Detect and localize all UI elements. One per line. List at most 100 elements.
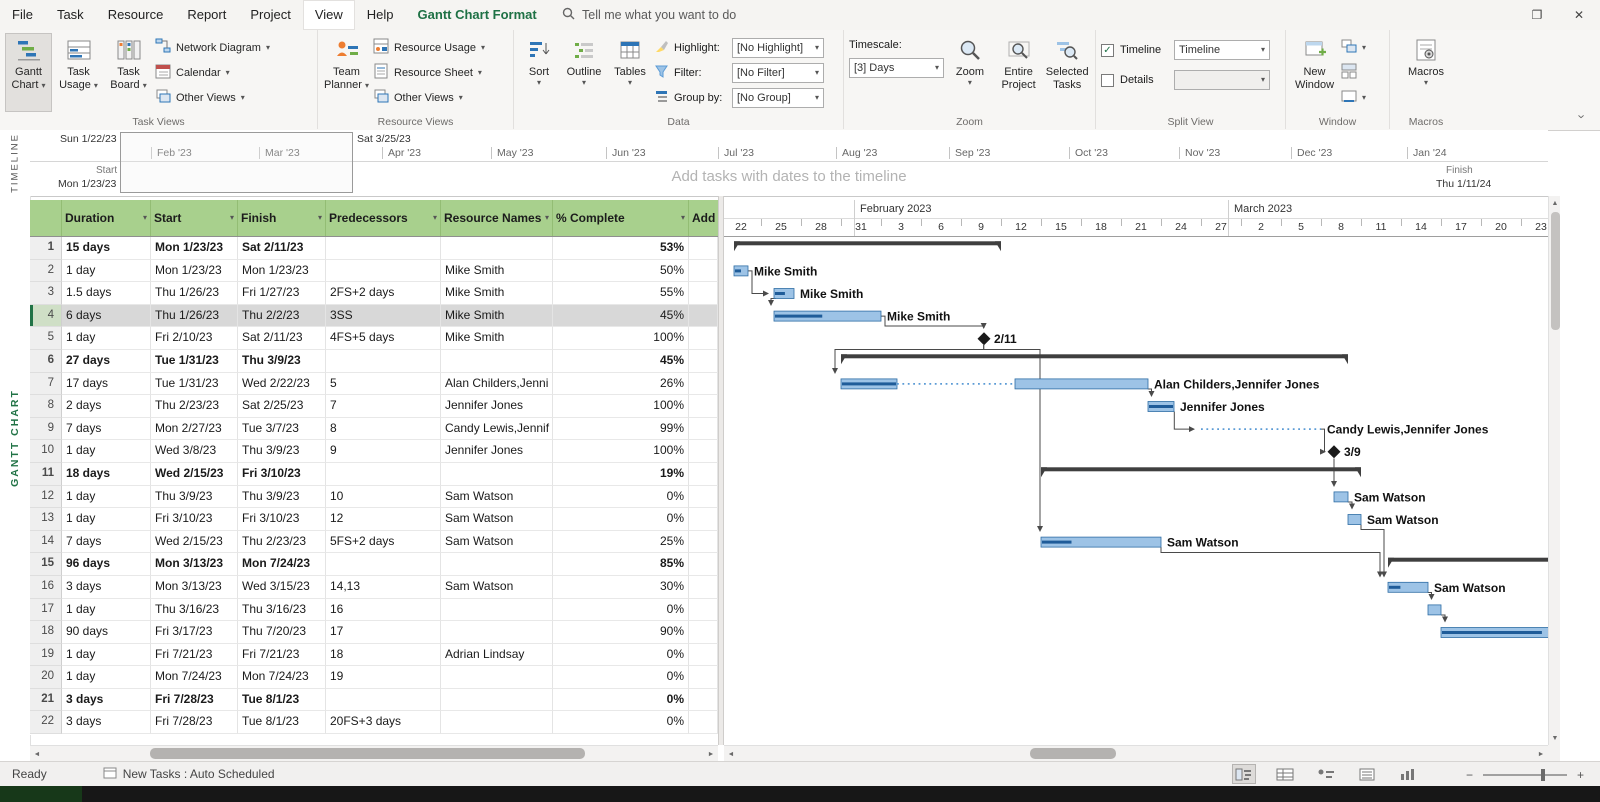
close-window-button[interactable]: ✕ [1558,0,1600,30]
cell-res[interactable]: Sam Watson [441,576,553,599]
tab-file[interactable]: File [0,0,45,30]
cell-start[interactable]: Tue 1/31/23 [151,373,238,396]
cell-pred[interactable]: 19 [326,666,441,689]
cell-pred[interactable] [326,689,441,712]
view-shortcut-report[interactable] [1396,764,1420,784]
table-scroll-thumb[interactable] [150,748,585,759]
row-number[interactable]: 21 [30,689,62,712]
row-number[interactable]: 6 [30,350,62,373]
cell-pred[interactable]: 7 [326,395,441,418]
team-planner-button[interactable]: Team Planner ▾ [323,33,370,112]
row-number[interactable]: 8 [30,395,62,418]
cell-pct[interactable]: 19% [553,463,689,486]
gantt-chart-pane-label[interactable]: GANTT CHART [0,196,31,745]
cell-pred[interactable]: 12 [326,508,441,531]
cell-pct[interactable]: 100% [553,395,689,418]
zoom-slider[interactable] [1483,774,1567,776]
timeline-checkbox[interactable]: ✓ [1101,44,1114,57]
cell-fin[interactable]: Tue 3/7/23 [238,418,326,441]
select-all-corner[interactable] [30,200,62,236]
row-number[interactable]: 1 [30,237,62,260]
cell-start[interactable]: Mon 1/23/23 [151,237,238,260]
table-row[interactable]: 717 daysTue 1/31/23Wed 2/22/235Alan Chil… [30,373,718,396]
gantt-summary-bar[interactable] [1388,558,1548,562]
cell-add[interactable] [689,689,718,712]
highlight-select[interactable]: [No Highlight]▾ [732,38,824,58]
cell-pred[interactable] [326,350,441,373]
table-row[interactable]: 191 dayFri 7/21/23Fri 7/21/2318Adrian Li… [30,644,718,667]
row-number[interactable]: 12 [30,486,62,509]
table-row[interactable]: 163 daysMon 3/13/23Wed 3/15/2314,13Sam W… [30,576,718,599]
outline-button[interactable]: Outline ▾ [562,33,606,112]
cell-pct[interactable]: 0% [553,689,689,712]
cell-dur[interactable]: 1 day [62,260,151,283]
cell-start[interactable]: Fri 7/28/23 [151,711,238,734]
table-row[interactable]: 1596 daysMon 3/13/23Mon 7/24/2385% [30,553,718,576]
vertical-scroll-thumb[interactable] [1551,212,1560,330]
filter-arrow-icon[interactable]: ▾ [681,214,685,222]
vertical-scrollbar[interactable]: ▲ ▼ [1548,196,1560,745]
cell-fin[interactable]: Fri 3/10/23 [238,463,326,486]
filter-arrow-icon[interactable]: ▾ [318,214,322,222]
cell-pct[interactable]: 50% [553,260,689,283]
row-number[interactable]: 16 [30,576,62,599]
cell-dur[interactable]: 90 days [62,621,151,644]
cell-add[interactable] [689,395,718,418]
cell-res[interactable]: Mike Smith [441,260,553,283]
table-row[interactable]: 31.5 daysThu 1/26/23Fri 1/27/232FS+2 day… [30,282,718,305]
restore-window-button[interactable]: ❐ [1516,0,1558,30]
cell-res[interactable]: Sam Watson [441,508,553,531]
tab-gantt-chart-format[interactable]: Gantt Chart Format [406,0,549,30]
cell-start[interactable]: Fri 2/10/23 [151,327,238,350]
table-horizontal-scrollbar[interactable]: ◄ ► [30,745,718,761]
cell-dur[interactable]: 7 days [62,531,151,554]
cell-pred[interactable]: 20FS+3 days [326,711,441,734]
cell-fin[interactable]: Sat 2/11/23 [238,237,326,260]
cell-pred[interactable]: 9 [326,440,441,463]
cell-pred[interactable]: 10 [326,486,441,509]
cell-dur[interactable]: 1 day [62,644,151,667]
cell-pct[interactable]: 0% [553,486,689,509]
cell-res[interactable]: Jennifer Jones [441,440,553,463]
table-row[interactable]: 101 dayWed 3/8/23Thu 3/9/239Jennifer Jon… [30,440,718,463]
cell-add[interactable] [689,666,718,689]
cell-start[interactable]: Mon 7/24/23 [151,666,238,689]
table-row[interactable]: 97 daysMon 2/27/23Tue 3/7/238Candy Lewis… [30,418,718,441]
row-number[interactable]: 5 [30,327,62,350]
cell-fin[interactable]: Thu 2/2/23 [238,305,326,328]
cell-res[interactable] [441,553,553,576]
cell-fin[interactable]: Thu 3/9/23 [238,486,326,509]
cell-dur[interactable]: 1 day [62,486,151,509]
row-number[interactable]: 9 [30,418,62,441]
cell-dur[interactable]: 2 days [62,395,151,418]
row-number[interactable]: 20 [30,666,62,689]
cell-add[interactable] [689,237,718,260]
cell-pct[interactable]: 53% [553,237,689,260]
cell-dur[interactable]: 3 days [62,689,151,712]
gantt-chart-button[interactable]: Gantt Chart ▾ [5,33,52,112]
cell-add[interactable] [689,486,718,509]
cell-res[interactable]: Adrian Lindsay [441,644,553,667]
arrange-all-button[interactable] [1341,62,1381,84]
row-number[interactable]: 7 [30,373,62,396]
gantt-timescale-header[interactable]: February 2023March 2023 2225283136912151… [724,200,1548,237]
cell-add[interactable] [689,373,718,396]
cell-start[interactable]: Mon 3/13/23 [151,576,238,599]
cell-fin[interactable]: Thu 3/16/23 [238,599,326,622]
cell-start[interactable]: Thu 1/26/23 [151,305,238,328]
tell-me-search[interactable]: Tell me what you want to do [562,0,736,30]
cell-add[interactable] [689,508,718,531]
cell-fin[interactable]: Wed 2/22/23 [238,373,326,396]
cell-start[interactable]: Thu 3/16/23 [151,599,238,622]
cell-res[interactable]: Mike Smith [441,327,553,350]
table-row[interactable]: 21 dayMon 1/23/23Mon 1/23/23Mike Smith50… [30,260,718,283]
cell-fin[interactable]: Fri 7/21/23 [238,644,326,667]
row-number[interactable]: 15 [30,553,62,576]
cell-res[interactable]: Sam Watson [441,531,553,554]
cell-dur[interactable]: 96 days [62,553,151,576]
cell-add[interactable] [689,350,718,373]
new-tasks-mode-button[interactable]: New Tasks : Auto Scheduled [103,767,275,782]
timeline-pane[interactable]: Sun 1/22/23 Sat 3/25/23 Feb '23Mar '23Ap… [30,130,1548,197]
network-diagram-button[interactable]: Network Diagram▾ [155,37,295,59]
cell-pred[interactable]: 16 [326,599,441,622]
